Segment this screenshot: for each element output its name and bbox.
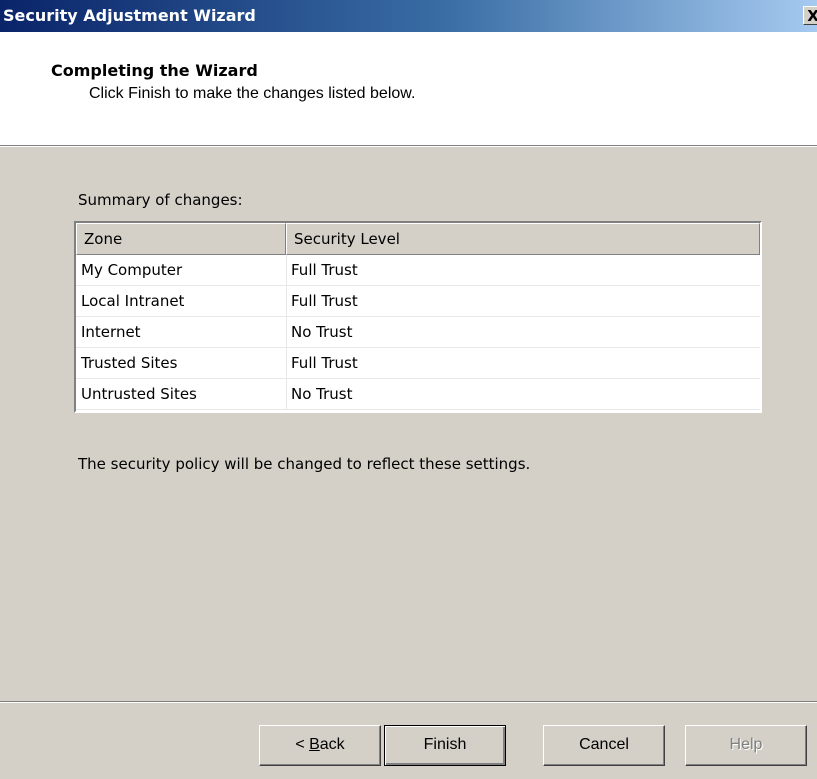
security-level-cell: Full Trust xyxy=(286,348,760,378)
help-button[interactable]: Help xyxy=(685,725,807,766)
security-level-cell: No Trust xyxy=(286,379,760,409)
security-level-cell: Full Trust xyxy=(286,286,760,316)
back-label-rest: ack xyxy=(319,736,345,753)
security-level-cell: Full Trust xyxy=(286,255,760,285)
table-row[interactable]: My Computer Full Trust xyxy=(76,255,760,286)
table-row[interactable]: Trusted Sites Full Trust xyxy=(76,348,760,379)
wizard-header: Completing the Wizard Click Finish to ma… xyxy=(0,32,817,145)
back-button[interactable]: < Back xyxy=(259,725,381,766)
title-bar[interactable]: Security Adjustment Wizard X xyxy=(0,0,817,32)
wizard-window: Security Adjustment Wizard X Completing … xyxy=(0,0,817,779)
page-title: Completing the Wizard xyxy=(51,61,258,80)
column-header-security-level[interactable]: Security Level xyxy=(286,223,760,255)
back-label-mnemonic: B xyxy=(309,736,320,753)
zone-cell: Local Intranet xyxy=(81,292,185,310)
footer-divider xyxy=(0,701,817,703)
summary-label: Summary of changes: xyxy=(78,191,243,209)
close-button[interactable]: X xyxy=(803,6,817,25)
header-divider xyxy=(0,145,817,147)
policy-note: The security policy will be changed to r… xyxy=(78,455,531,473)
back-label-prefix: < xyxy=(295,736,310,753)
table-row[interactable]: Internet No Trust xyxy=(76,317,760,348)
table-row[interactable]: Local Intranet Full Trust xyxy=(76,286,760,317)
table-header: Zone Security Level xyxy=(76,223,760,255)
window-title: Security Adjustment Wizard xyxy=(3,6,256,25)
column-header-zone[interactable]: Zone xyxy=(76,223,286,255)
security-level-cell: No Trust xyxy=(286,317,760,347)
zone-cell: Untrusted Sites xyxy=(81,385,197,403)
table-row[interactable]: Untrusted Sites No Trust xyxy=(76,379,760,410)
page-subtitle: Click Finish to make the changes listed … xyxy=(89,85,416,102)
zone-cell: My Computer xyxy=(81,261,183,279)
close-icon: X xyxy=(807,7,817,25)
cancel-button[interactable]: Cancel xyxy=(543,725,665,766)
finish-button[interactable]: Finish xyxy=(384,725,506,766)
summary-table[interactable]: Zone Security Level My Computer Full Tru… xyxy=(74,221,762,413)
zone-cell: Internet xyxy=(81,323,141,341)
zone-cell: Trusted Sites xyxy=(81,354,178,372)
